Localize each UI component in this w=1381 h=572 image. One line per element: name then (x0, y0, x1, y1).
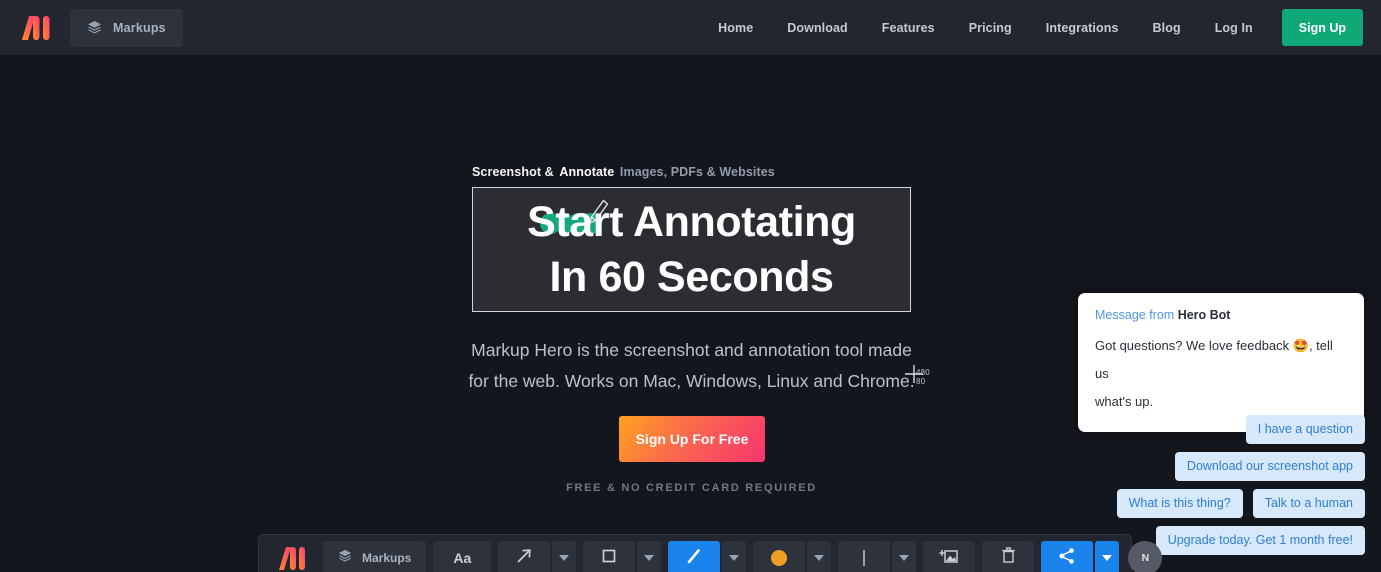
nav-link-integrations[interactable]: Integrations (1029, 21, 1136, 35)
user-avatar[interactable]: N (1128, 541, 1163, 572)
hero-eyebrow-after: Images, PDFs & Websites (619, 165, 775, 179)
toolbar-rectangle-tool-dropdown[interactable] (637, 541, 662, 572)
nav-link-pricing[interactable]: Pricing (952, 21, 1029, 35)
toolbar-arrow-tool-group (498, 541, 577, 572)
trash-icon (1001, 547, 1016, 569)
toolbar-pen-tool-dropdown[interactable] (722, 541, 747, 572)
selection-width: 480 (916, 368, 930, 377)
toolbar-color-dropdown[interactable] (807, 541, 832, 572)
markup-hero-logo-icon[interactable] (12, 13, 56, 43)
hero-headline: Start Annotating In 60 Seconds (472, 195, 911, 305)
hero-headline-line-1: Start Annotating (527, 198, 856, 246)
top-navigation-bar: Markups Home Download Features Pricing I… (0, 0, 1381, 55)
chat-bot-name: Hero Bot (1177, 308, 1231, 322)
chat-reply-talk-to-a-human[interactable]: Talk to a human (1252, 489, 1365, 518)
arrow-tool-icon (515, 547, 533, 570)
layers-icon (87, 20, 102, 35)
rectangle-tool-icon (601, 548, 617, 569)
chat-message-header: Message from Hero Bot (1095, 308, 1347, 322)
toolbar-markup-hero-logo-icon[interactable] (268, 541, 316, 572)
hero-subheadline: Markup Hero is the screenshot and annota… (440, 335, 943, 397)
toolbar-color-group (753, 541, 832, 572)
toolbar-markups-label: Markups (362, 551, 412, 565)
insert-image-icon (939, 547, 959, 570)
toolbar-share-dropdown[interactable] (1095, 541, 1120, 572)
nav-link-features[interactable]: Features (865, 21, 952, 35)
chevron-down-icon (644, 549, 655, 567)
chat-reply-row: Download our screenshot app (1020, 452, 1365, 481)
hero-subheadline-line-1: Markup Hero is the screenshot and annota… (471, 340, 912, 360)
chat-reply-row: What is this thing? Talk to a human (1020, 489, 1365, 518)
toolbar-pen-tool-group (668, 541, 747, 572)
chevron-down-icon (814, 549, 825, 567)
toolbar-insert-image[interactable] (923, 541, 976, 572)
no-credit-card-note: FREE & NO CREDIT CARD REQUIRED (566, 482, 817, 494)
chat-message-line-1: Got questions? We love feedback 🤩, tell … (1095, 338, 1333, 381)
chat-reply-i-have-a-question[interactable]: I have a question (1245, 415, 1365, 444)
markups-button-label: Markups (113, 20, 166, 35)
signup-button[interactable]: Sign Up (1281, 9, 1363, 46)
toolbar-text-tool[interactable]: Aa (433, 541, 492, 572)
toolbar-share-button[interactable] (1041, 541, 1094, 572)
toolbar-rectangle-tool-group (583, 541, 662, 572)
toolbar-delete-button[interactable] (982, 541, 1035, 572)
toolbar-color-swatch[interactable] (753, 541, 806, 572)
selection-height: 80 (916, 377, 926, 386)
chat-message-card[interactable]: Message from Hero Bot Got questions? We … (1078, 293, 1364, 432)
chat-reply-what-is-this-thing[interactable]: What is this thing? (1116, 489, 1243, 518)
toolbar-stroke-width[interactable] (838, 541, 891, 572)
nav-link-download[interactable]: Download (770, 21, 865, 35)
hero-eyebrow-highlighted: Annotate (559, 165, 615, 179)
page-root: Markups Home Download Features Pricing I… (0, 0, 1381, 572)
chat-message-line-2: what's up. (1095, 394, 1154, 409)
toolbar-arrow-tool-dropdown[interactable] (552, 541, 577, 572)
hero-eyebrow: Screenshot & Annotate Images, PDFs & Web… (472, 165, 775, 179)
chat-message-body: Got questions? We love feedback 🤩, tell … (1095, 332, 1347, 416)
layers-icon (338, 549, 352, 568)
chevron-down-icon (899, 549, 910, 567)
signup-for-free-button[interactable]: Sign Up For Free (619, 416, 765, 462)
toolbar-markups-button[interactable]: Markups (323, 541, 427, 572)
chat-message-from-label: Message from (1095, 308, 1175, 322)
chevron-down-icon (729, 549, 740, 567)
toolbar-stroke-width-dropdown[interactable] (892, 541, 917, 572)
hero-eyebrow-before: Screenshot & (472, 165, 554, 179)
annotation-toolbar: Markups Aa N (258, 534, 1163, 572)
toolbar-arrow-tool[interactable] (498, 541, 551, 572)
chat-reply-row: I have a question (1020, 415, 1365, 444)
selection-dimensions: 480 80 (916, 368, 930, 386)
chat-reply-download-app[interactable]: Download our screenshot app (1174, 452, 1365, 481)
hero-subheadline-line-2: for the web. Works on Mac, Windows, Linu… (468, 371, 915, 391)
nav-link-login[interactable]: Log In (1198, 21, 1270, 35)
text-tool-icon: Aa (453, 550, 472, 566)
chevron-down-icon (1102, 549, 1113, 567)
pen-tool-icon (685, 547, 703, 570)
toolbar-share-group (1041, 541, 1120, 572)
markups-button[interactable]: Markups (70, 8, 183, 47)
toolbar-pen-tool[interactable] (668, 541, 721, 572)
line-width-icon (863, 550, 866, 566)
nav-links: Home Download Features Pricing Integrati… (701, 9, 1363, 46)
nav-link-home[interactable]: Home (701, 21, 770, 35)
pen-cursor-icon (588, 199, 610, 230)
toolbar-rectangle-tool[interactable] (583, 541, 636, 572)
nav-link-blog[interactable]: Blog (1136, 21, 1198, 35)
color-swatch-icon (771, 550, 788, 566)
hero-headline-line-2: In 60 Seconds (549, 253, 834, 301)
toolbar-stroke-width-group (838, 541, 917, 572)
chat-reply-upgrade-today[interactable]: Upgrade today. Get 1 month free! (1155, 526, 1365, 555)
chevron-down-icon (559, 549, 570, 567)
share-icon (1058, 547, 1076, 570)
